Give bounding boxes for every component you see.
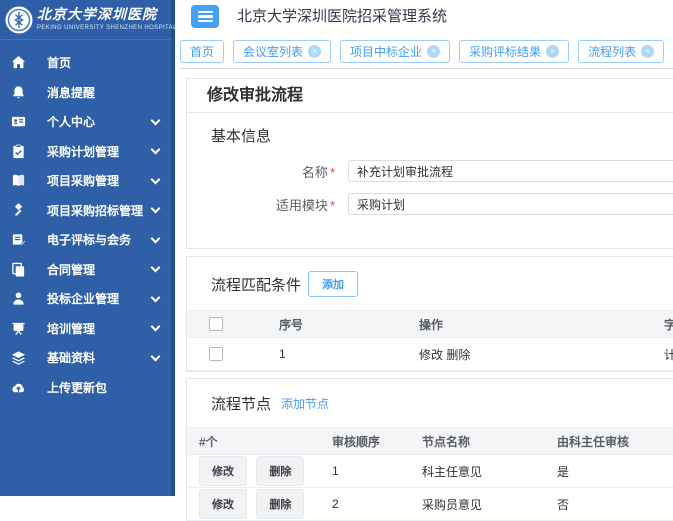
delete-button[interactable]: 删除 [256, 456, 304, 486]
sidebar-item-personal-center[interactable]: 个人中心 [0, 107, 171, 137]
col-dept-head-review: 由科主任审核 [557, 428, 673, 455]
hospital-name-en: PEKING UNIVERSITY SHENZHEN HOSPITAL [37, 25, 177, 32]
table-row: 修改 删除 1 科主任意见 是 [187, 455, 673, 488]
open-tabs-bar: 首页 会议室列表 项目中标企业 采购评标结果 流程列表 流程 [179, 35, 673, 69]
sidebar-item-upload-update-package[interactable]: 上传更新包 [0, 373, 171, 403]
main-content: 修改审批流程 基本信息 名称 适用模块 流程匹配条件 添加 序号 操作 字 [179, 70, 673, 496]
presentation-icon [11, 321, 26, 336]
page-title: 修改审批流程 [187, 79, 673, 113]
book-icon [11, 173, 26, 188]
top-header: 北京大学深圳医院招采管理系统 [179, 0, 673, 35]
sidebar-item-project-bidding-mgmt[interactable]: 项目采购招标管理 [0, 196, 171, 226]
review-order-cell: 2 [332, 488, 422, 521]
chevron-down-icon [151, 351, 161, 361]
col-seq: 序号 [279, 311, 419, 338]
applicable-module-input[interactable] [348, 193, 673, 215]
sidebar-item-bidder-enterprise-mgmt[interactable]: 投标企业管理 [0, 284, 171, 314]
form-row-module: 适用模块 [187, 193, 673, 215]
process-nodes-card: 流程节点 添加节点 #个 审核顺序 节点名称 由科主任审核 修改 删除 1 科主… [186, 378, 673, 521]
table-row: 1 修改 删除 计 [187, 338, 673, 371]
section-title-basic-info: 基本信息 [187, 125, 673, 146]
hospital-logo-icon [5, 6, 33, 34]
close-icon[interactable] [546, 45, 559, 58]
required-asterisk [330, 165, 335, 180]
system-title: 北京大学深圳医院招采管理系统 [237, 0, 447, 34]
review-order-cell: 1 [332, 455, 422, 488]
cloud-upload-icon [11, 380, 26, 395]
row-checkbox[interactable] [209, 347, 223, 361]
dept-head-review-cell: 否 [557, 488, 673, 521]
table-header-row: 序号 操作 字 [187, 311, 673, 338]
edit-button[interactable]: 修改 [199, 489, 247, 519]
sidebar-item-contract-mgmt[interactable]: 合同管理 [0, 255, 171, 285]
col-node-name: 节点名称 [422, 428, 557, 455]
id-card-icon [11, 114, 26, 129]
hospital-name-cn: 北京大学深圳医院 [37, 8, 177, 23]
seq-cell: 1 [279, 338, 419, 371]
close-icon[interactable] [427, 45, 440, 58]
tab-process-list[interactable]: 流程列表 [578, 40, 664, 63]
documents-icon [11, 262, 26, 277]
required-asterisk [330, 198, 335, 213]
table-header-row: #个 审核顺序 节点名称 由科主任审核 [187, 428, 673, 455]
sidebar-item-project-purchase-mgmt[interactable]: 项目采购管理 [0, 166, 171, 196]
chevron-down-icon [151, 204, 161, 214]
table-row: 修改 删除 2 采购员意见 否 [187, 488, 673, 521]
col-ops: 操作 [419, 311, 664, 338]
tablet-pen-icon [11, 232, 26, 247]
add-condition-button[interactable]: 添加 [308, 271, 358, 297]
name-input[interactable] [348, 160, 673, 182]
hospital-logo: 北京大学深圳医院 PEKING UNIVERSITY SHENZHEN HOSP… [0, 0, 171, 40]
home-icon [11, 55, 26, 70]
sidebar: 北京大学深圳医院 PEKING UNIVERSITY SHENZHEN HOSP… [0, 0, 175, 496]
sidebar-item-home[interactable]: 首页 [0, 48, 171, 78]
close-icon[interactable] [308, 45, 321, 58]
col-review-order: 审核顺序 [332, 428, 422, 455]
delete-button[interactable]: 删除 [256, 489, 304, 519]
module-label: 适用模块 [276, 198, 328, 213]
edit-button[interactable]: 修改 [199, 456, 247, 486]
chevron-down-icon [151, 233, 161, 243]
tab-evaluation-results[interactable]: 采购评标结果 [459, 40, 569, 63]
gavel-icon [11, 203, 26, 218]
chevron-down-icon [151, 263, 161, 273]
match-conditions-table: 序号 操作 字 1 修改 删除 计 [187, 310, 673, 371]
tab-meeting-room-list[interactable]: 会议室列表 [233, 40, 331, 63]
col-actions: #个 [187, 428, 332, 455]
close-icon[interactable] [641, 45, 654, 58]
name-label: 名称 [302, 165, 328, 180]
chevron-down-icon [151, 292, 161, 302]
dept-head-review-cell: 是 [557, 455, 673, 488]
match-conditions-card: 流程匹配条件 添加 序号 操作 字 1 修改 删除 计 [186, 256, 673, 372]
node-name-cell: 科主任意见 [422, 455, 557, 488]
sidebar-item-purchase-plan-mgmt[interactable]: 采购计划管理 [0, 137, 171, 167]
chevron-down-icon [151, 174, 161, 184]
sidebar-item-training-mgmt[interactable]: 培训管理 [0, 314, 171, 344]
form-row-name: 名称 [187, 160, 673, 182]
select-all-checkbox[interactable] [209, 317, 223, 331]
row-actions[interactable]: 修改 删除 [419, 338, 664, 371]
sidebar-item-messages[interactable]: 消息提醒 [0, 78, 171, 108]
section-title-match-conditions: 流程匹配条件 [211, 274, 301, 295]
node-name-cell: 采购员意见 [422, 488, 557, 521]
tab-home[interactable]: 首页 [180, 40, 224, 63]
bell-icon [11, 85, 26, 100]
layers-icon [11, 350, 26, 365]
sidebar-item-basic-data[interactable]: 基础资料 [0, 343, 171, 373]
chevron-down-icon [151, 145, 161, 155]
basic-info-card: 修改审批流程 基本信息 名称 适用模块 [186, 78, 673, 249]
sidebar-menu: 首页 消息提醒 个人中心 采购计划管理 项目采购管理 [0, 40, 171, 402]
cutoff-cell: 计 [664, 338, 673, 371]
user-icon [11, 291, 26, 306]
hamburger-menu-button[interactable] [191, 5, 219, 28]
chevron-down-icon [151, 322, 161, 332]
add-node-link[interactable]: 添加节点 [281, 395, 329, 412]
col-cutoff: 字 [664, 311, 673, 338]
tab-winning-enterprises[interactable]: 项目中标企业 [340, 40, 450, 63]
process-nodes-table: #个 审核顺序 节点名称 由科主任审核 修改 删除 1 科主任意见 是 修改 删… [187, 427, 673, 521]
clipboard-icon [11, 144, 26, 159]
section-title-process-nodes: 流程节点 [211, 393, 271, 414]
sidebar-item-e-evaluation[interactable]: 电子评标与会务 [0, 225, 171, 255]
chevron-down-icon [151, 115, 161, 125]
